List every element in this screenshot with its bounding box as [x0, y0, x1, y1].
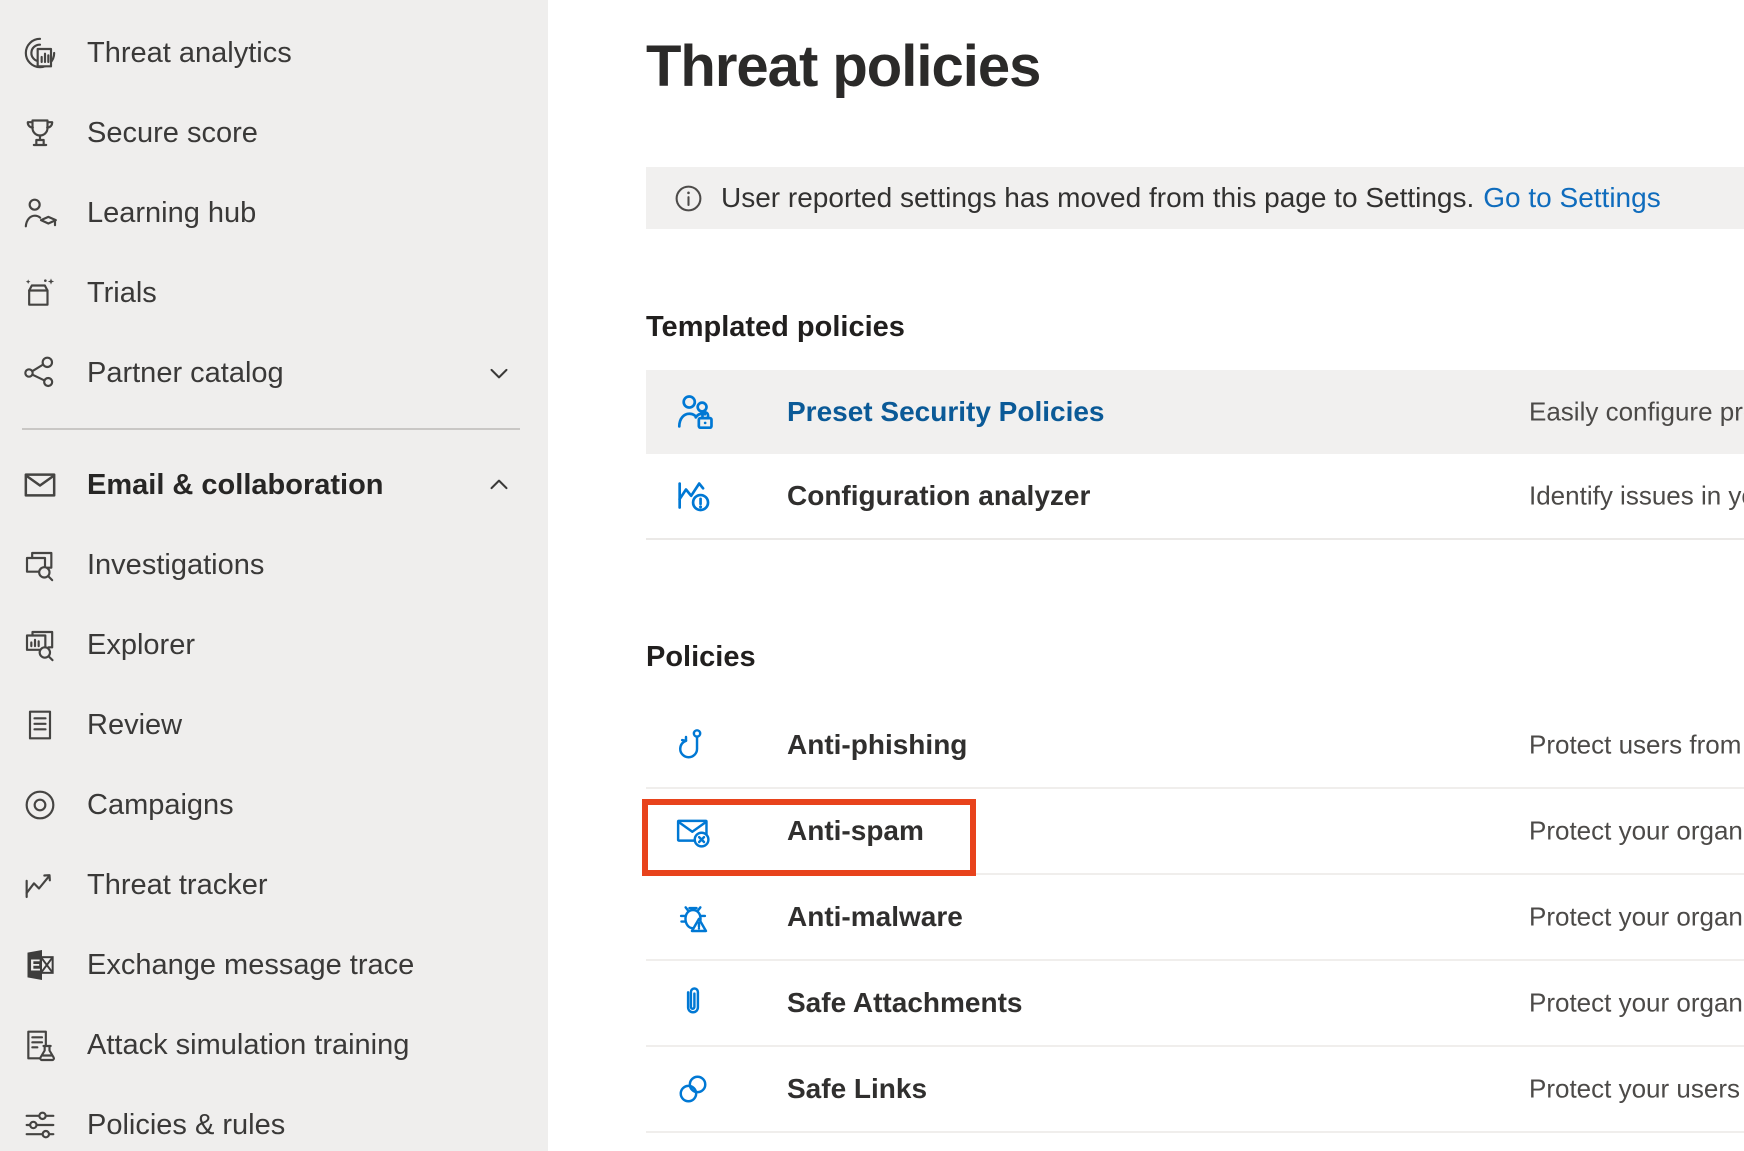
exchange-icon: E: [20, 945, 60, 985]
row-description: Protect users from p: [1529, 730, 1744, 761]
anti-phishing-icon: [672, 724, 714, 766]
safe-links-icon: [672, 1068, 714, 1110]
sidebar-item-secure-score[interactable]: Secure score: [0, 93, 548, 173]
email-icon: [20, 465, 60, 505]
sidebar-item-label: Explorer: [87, 629, 195, 662]
sidebar-item-label: Investigations: [87, 549, 264, 582]
row-label: Anti-spam: [787, 815, 924, 847]
anti-malware-icon: [672, 896, 714, 938]
row-description: Protect your organiz: [1529, 902, 1744, 933]
row-anti-spam[interactable]: Anti-spam Protect your organiz: [646, 789, 1744, 875]
row-label: Preset Security Policies: [787, 396, 1105, 428]
sidebar-item-label: Trials: [87, 277, 157, 310]
review-icon: [20, 705, 60, 745]
row-description: Protect your organiz: [1529, 816, 1744, 847]
partner-catalog-icon: [20, 353, 60, 393]
sidebar-item-learning-hub[interactable]: Learning hub: [0, 173, 548, 253]
row-anti-malware[interactable]: Anti-malware Protect your organiz: [646, 875, 1744, 961]
page-title: Threat policies: [646, 34, 1040, 101]
row-description: Identify issues in you: [1529, 481, 1744, 512]
row-anti-phishing[interactable]: Anti-phishing Protect users from p: [646, 703, 1744, 789]
row-label: Configuration analyzer: [787, 480, 1090, 512]
info-banner: User reported settings has moved from th…: [646, 167, 1744, 229]
sidebar-item-label: Review: [87, 709, 182, 742]
sidebar-item-label: Secure score: [87, 117, 258, 150]
row-description: Easily configure prot: [1529, 397, 1744, 428]
row-preset-security-policies[interactable]: Preset Security Policies Easily configur…: [646, 370, 1744, 454]
sidebar-item-partner-catalog[interactable]: Partner catalog: [0, 333, 548, 413]
sidebar-item-email-collaboration[interactable]: Email & collaboration: [0, 445, 548, 525]
row-configuration-analyzer[interactable]: Configuration analyzer Identify issues i…: [646, 454, 1744, 538]
sidebar-item-label: Campaigns: [87, 789, 234, 822]
info-icon: [673, 183, 704, 214]
sidebar-item-threat-tracker[interactable]: Threat tracker: [0, 845, 548, 925]
preset-security-icon: [672, 389, 718, 435]
sidebar-item-explorer[interactable]: Explorer: [0, 605, 548, 685]
row-description: Protect your organiz: [1529, 988, 1744, 1019]
explorer-icon: [20, 625, 60, 665]
sidebar-item-campaigns[interactable]: Campaigns: [0, 765, 548, 845]
investigations-icon: [20, 545, 60, 585]
sidebar-item-label: Threat analytics: [87, 37, 292, 70]
sidebar-item-label: Partner catalog: [87, 357, 284, 390]
sidebar-item-label: Attack simulation training: [87, 1029, 409, 1062]
row-label: Safe Links: [787, 1073, 927, 1105]
safe-attachments-icon: [672, 982, 714, 1024]
policies-rules-icon: [20, 1105, 60, 1145]
row-safe-links[interactable]: Safe Links Protect your users fr: [646, 1047, 1744, 1133]
sidebar-item-exchange-message-trace[interactable]: E Exchange message trace: [0, 925, 548, 1005]
threat-tracker-icon: [20, 865, 60, 905]
go-to-settings-link[interactable]: Go to Settings: [1483, 182, 1660, 214]
configuration-analyzer-icon: [672, 473, 718, 519]
sidebar: Threat analytics Secure score: [0, 0, 548, 1151]
policies-heading: Policies: [646, 641, 756, 674]
sidebar-item-threat-analytics[interactable]: Threat analytics: [0, 13, 548, 93]
row-label: Anti-malware: [787, 901, 963, 933]
sidebar-item-label: Threat tracker: [87, 869, 268, 902]
svg-text:E: E: [30, 957, 41, 974]
sidebar-item-label: Exchange message trace: [87, 949, 414, 982]
templated-policies-list: Preset Security Policies Easily configur…: [646, 370, 1744, 540]
threat-policies-page: Threat analytics Secure score: [0, 0, 1744, 1151]
row-safe-attachments[interactable]: Safe Attachments Protect your organiz: [646, 961, 1744, 1047]
sidebar-item-review[interactable]: Review: [0, 685, 548, 765]
chevron-down-icon[interactable]: [484, 358, 514, 388]
trophy-icon: [20, 113, 60, 153]
sidebar-item-label: Email & collaboration: [87, 469, 384, 502]
row-description: Protect your users fr: [1529, 1074, 1744, 1105]
chevron-up-icon[interactable]: [484, 470, 514, 500]
sidebar-item-trials[interactable]: Trials: [0, 253, 548, 333]
sidebar-item-label: Learning hub: [87, 197, 256, 230]
row-label: Safe Attachments: [787, 987, 1022, 1019]
sidebar-item-label: Policies & rules: [87, 1109, 285, 1142]
banner-message: User reported settings has moved from th…: [721, 182, 1474, 214]
row-label: Anti-phishing: [787, 729, 967, 761]
trials-icon: [20, 273, 60, 313]
anti-spam-icon: [672, 810, 714, 852]
learning-hub-icon: [20, 193, 60, 233]
sidebar-divider: [22, 428, 520, 430]
sidebar-item-policies-rules[interactable]: Policies & rules: [0, 1085, 548, 1151]
sidebar-item-attack-simulation-training[interactable]: Attack simulation training: [0, 1005, 548, 1085]
templated-policies-heading: Templated policies: [646, 311, 905, 344]
attack-simulation-icon: [20, 1025, 60, 1065]
sidebar-item-investigations[interactable]: Investigations: [0, 525, 548, 605]
threat-analytics-icon: [20, 33, 60, 73]
policies-list: Anti-phishing Protect users from p Anti-…: [646, 703, 1744, 1133]
campaigns-icon: [20, 785, 60, 825]
